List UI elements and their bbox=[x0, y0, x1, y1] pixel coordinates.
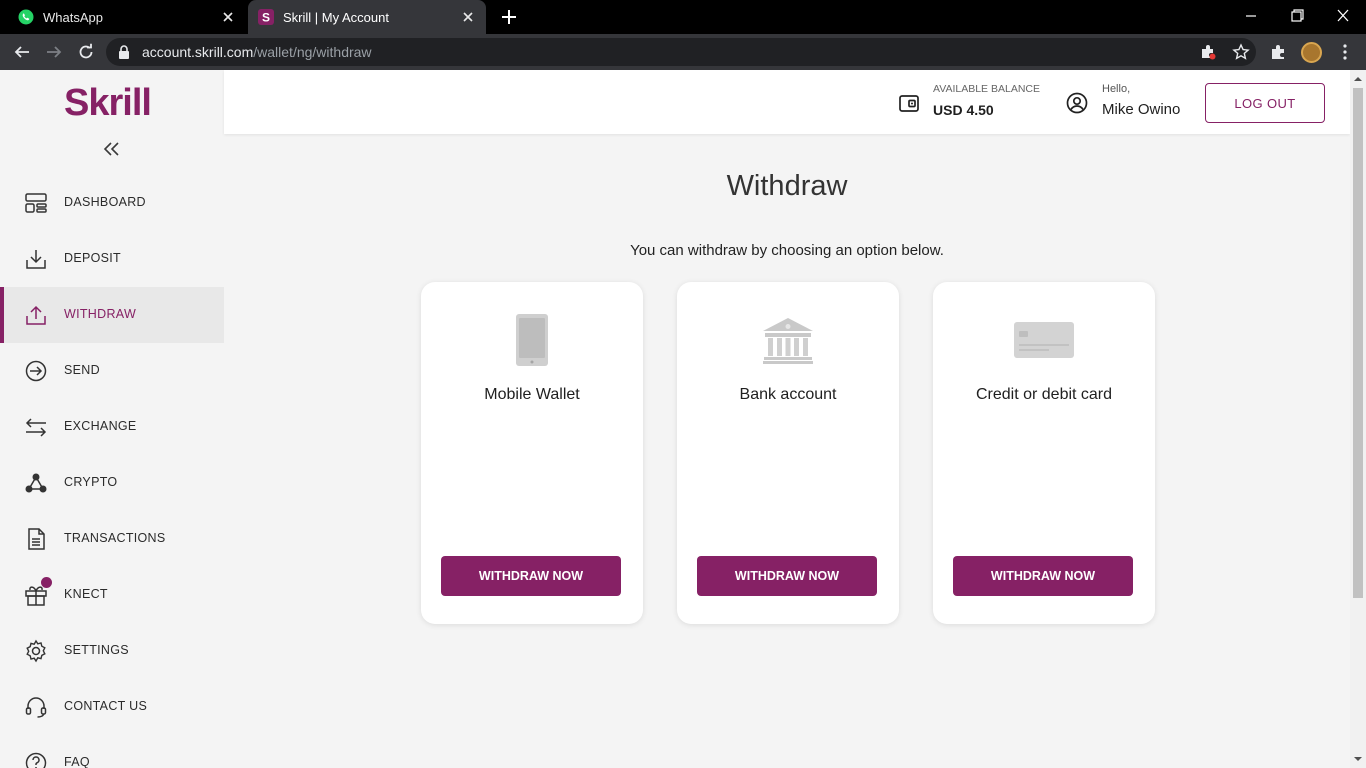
sidebar-item-exchange[interactable]: EXCHANGE bbox=[0, 399, 224, 455]
bookmark-star-icon[interactable] bbox=[1232, 43, 1250, 61]
back-arrow-icon[interactable] bbox=[13, 43, 31, 61]
option-title: Bank account bbox=[739, 386, 837, 403]
whatsapp-icon bbox=[18, 9, 34, 25]
skrill-favicon-icon: S bbox=[258, 9, 274, 25]
tab-whatsapp[interactable]: WhatsApp bbox=[0, 0, 246, 34]
wallet-icon bbox=[899, 95, 919, 112]
address-bar[interactable]: account.skrill.com/wallet/ng/withdraw bbox=[106, 38, 1256, 66]
url-host: account.skrill.com bbox=[142, 44, 254, 60]
exchange-icon bbox=[25, 418, 47, 437]
page-subtitle: You can withdraw by choosing an option b… bbox=[630, 242, 944, 259]
scrollbar-thumb[interactable] bbox=[1353, 88, 1363, 598]
new-tab-icon[interactable] bbox=[500, 8, 518, 26]
help-icon bbox=[25, 752, 47, 768]
credit-card-icon bbox=[1014, 322, 1074, 358]
notification-badge bbox=[41, 577, 52, 588]
page: Skrill DASHBOARD DEPOSIT WITHDRAW SEND E… bbox=[0, 70, 1366, 768]
logout-button[interactable]: LOG OUT bbox=[1205, 83, 1325, 123]
withdraw-now-button[interactable]: WITHDRAW NOW bbox=[953, 556, 1133, 596]
balance-label: AVAILABLE BALANCE bbox=[933, 83, 1040, 95]
sidebar-item-label: EXCHANGE bbox=[64, 419, 137, 433]
sidebar-item-label: KNECT bbox=[64, 587, 108, 601]
sidebar-item-label: WITHDRAW bbox=[64, 307, 137, 321]
url-text[interactable]: account.skrill.com/wallet/ng/withdraw bbox=[142, 44, 372, 60]
option-card-credit-debit-card[interactable]: Credit or debit card WITHDRAW NOW bbox=[933, 282, 1155, 624]
deposit-icon bbox=[26, 250, 46, 269]
option-title: Credit or debit card bbox=[975, 386, 1113, 403]
forward-arrow-icon[interactable] bbox=[45, 43, 63, 61]
user-name: Mike Owino bbox=[1102, 101, 1181, 118]
send-icon bbox=[25, 360, 47, 382]
restore-icon[interactable] bbox=[1286, 6, 1308, 26]
blocked-extension-icon[interactable] bbox=[1200, 44, 1216, 60]
sidebar-item-label: DEPOSIT bbox=[64, 251, 121, 265]
tab-skrill[interactable]: S Skrill | My Account bbox=[248, 0, 486, 34]
sidebar-item-label: CRYPTO bbox=[64, 475, 118, 489]
scroll-up-icon[interactable] bbox=[1354, 75, 1362, 83]
close-tab-icon[interactable] bbox=[220, 9, 236, 25]
greeting: Hello, bbox=[1102, 83, 1131, 95]
sidebar-item-label: TRANSACTIONS bbox=[64, 531, 166, 545]
sidebar-item-dashboard[interactable]: DASHBOARD bbox=[0, 175, 224, 231]
option-card-bank-account[interactable]: Bank account WITHDRAW NOW bbox=[677, 282, 899, 624]
sidebar-item-label: CONTACT US bbox=[64, 699, 148, 713]
tab-title: WhatsApp bbox=[43, 9, 103, 25]
sidebar-item-crypto[interactable]: CRYPTO bbox=[0, 455, 224, 511]
browser-toolbar: account.skrill.com/wallet/ng/withdraw bbox=[0, 34, 1366, 70]
lock-icon[interactable] bbox=[118, 45, 130, 59]
sidebar-item-faq[interactable]: FAQ bbox=[0, 735, 224, 768]
svg-text:S: S bbox=[262, 11, 270, 25]
sidebar-item-settings[interactable]: SETTINGS bbox=[0, 623, 224, 679]
transactions-icon bbox=[28, 528, 45, 550]
sidebar-item-knect[interactable]: KNECT bbox=[0, 567, 224, 623]
balance-value: USD 4.50 bbox=[933, 102, 994, 118]
profile-avatar[interactable] bbox=[1301, 42, 1322, 63]
bank-icon bbox=[763, 318, 813, 364]
page-title: Withdraw bbox=[726, 170, 848, 202]
tab-title: Skrill | My Account bbox=[283, 9, 389, 25]
minimize-icon[interactable] bbox=[1240, 6, 1262, 26]
url-path: /wallet/ng/withdraw bbox=[253, 44, 372, 60]
collapse-sidebar-icon[interactable] bbox=[102, 140, 122, 158]
main-content: AVAILABLE BALANCE USD 4.50 Hello, Mike O… bbox=[224, 70, 1350, 768]
close-window-icon[interactable] bbox=[1332, 6, 1354, 26]
gear-icon bbox=[26, 639, 46, 663]
extensions-puzzle-icon[interactable] bbox=[1270, 43, 1288, 61]
skrill-logo[interactable]: Skrill bbox=[64, 82, 152, 125]
sidebar-item-contact-us[interactable]: CONTACT US bbox=[0, 679, 224, 735]
option-card-mobile-wallet[interactable]: Mobile Wallet WITHDRAW NOW bbox=[421, 282, 643, 624]
sidebar-item-transactions[interactable]: TRANSACTIONS bbox=[0, 511, 224, 567]
more-menu-icon[interactable] bbox=[1336, 43, 1354, 61]
user-icon bbox=[1066, 92, 1088, 114]
scroll-down-icon[interactable] bbox=[1354, 755, 1362, 763]
sidebar-item-withdraw[interactable]: WITHDRAW bbox=[0, 287, 224, 343]
withdraw-now-button[interactable]: WITHDRAW NOW bbox=[441, 556, 621, 596]
close-tab-icon[interactable] bbox=[460, 9, 476, 25]
sidebar-item-label: SETTINGS bbox=[64, 643, 129, 657]
top-header: AVAILABLE BALANCE USD 4.50 Hello, Mike O… bbox=[224, 70, 1350, 134]
page-scrollbar[interactable] bbox=[1350, 70, 1366, 768]
sidebar-item-label: DASHBOARD bbox=[64, 195, 146, 209]
sidebar-item-send[interactable]: SEND bbox=[0, 343, 224, 399]
dashboard-icon bbox=[25, 193, 47, 213]
headset-icon bbox=[25, 697, 47, 718]
browser-tab-strip: WhatsApp S Skrill | My Account bbox=[0, 0, 1366, 34]
sidebar-item-deposit[interactable]: DEPOSIT bbox=[0, 231, 224, 287]
sidebar: Skrill DASHBOARD DEPOSIT WITHDRAW SEND E… bbox=[0, 70, 224, 768]
sidebar-item-label: FAQ bbox=[64, 755, 90, 768]
option-title: Mobile Wallet bbox=[484, 386, 580, 403]
withdraw-icon bbox=[26, 305, 46, 325]
reload-icon[interactable] bbox=[77, 43, 95, 61]
mobile-phone-icon bbox=[516, 314, 548, 366]
sidebar-item-label: SEND bbox=[64, 363, 100, 377]
withdraw-now-button[interactable]: WITHDRAW NOW bbox=[697, 556, 877, 596]
crypto-icon bbox=[25, 473, 47, 493]
